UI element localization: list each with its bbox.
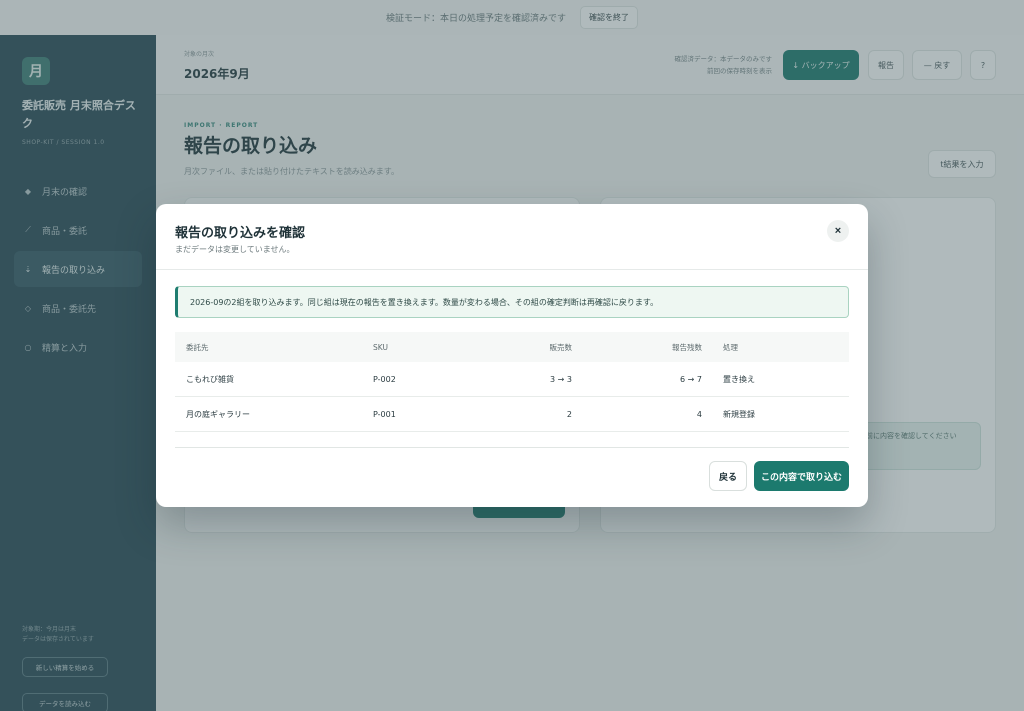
- import-confirm-dialog: 報告の取り込みを確認 まだデータは変更していません。 × 2026-09の2組を…: [156, 204, 868, 507]
- cell-sold: 2: [566, 409, 572, 419]
- column-header-consignor: 委託先: [186, 342, 209, 352]
- dialog-header: 報告の取り込みを確認 まだデータは変更していません。 ×: [156, 204, 868, 270]
- cell-sku: P-002: [373, 374, 396, 384]
- dialog-title: 報告の取り込みを確認: [175, 226, 306, 241]
- cell-consignor: こもれび雑貨: [186, 374, 234, 384]
- column-header-remaining: 報告残数: [672, 342, 702, 352]
- back-button[interactable]: 戻る: [709, 461, 747, 491]
- column-header-sku: SKU: [373, 342, 388, 352]
- cell-consignor: 月の庭ギャラリー: [186, 409, 250, 419]
- table-row: こもれび雑貨 P-002 3 → 3 6 → 7 置き換え: [175, 362, 849, 397]
- cell-action: 新規登録: [723, 409, 755, 419]
- cell-sku: P-001: [373, 409, 396, 419]
- import-notice: 2026-09の2組を取り込みます。同じ組は現在の報告を置き換えます。数量が変わ…: [175, 286, 849, 318]
- close-icon[interactable]: ×: [827, 220, 849, 242]
- import-table: 委託先 SKU 販売数 報告残数 処理 こもれび雑貨 P-002 3 → 3 6…: [175, 332, 849, 432]
- cell-sold: 3 → 3: [550, 374, 572, 384]
- dialog-subtitle: まだデータは変更していません。: [175, 245, 295, 254]
- confirm-import-button[interactable]: この内容で取り込む: [754, 461, 849, 491]
- cell-remaining: 4: [696, 409, 702, 419]
- table-row: 月の庭ギャラリー P-001 2 4 新規登録: [175, 397, 849, 432]
- column-header-action: 処理: [723, 342, 738, 352]
- cell-action: 置き換え: [723, 374, 755, 384]
- column-header-sold: 販売数: [549, 342, 573, 352]
- cell-remaining: 6 → 7: [680, 374, 702, 384]
- table-header-row: 委託先 SKU 販売数 報告残数 処理: [175, 332, 849, 362]
- footer-divider: [175, 447, 849, 448]
